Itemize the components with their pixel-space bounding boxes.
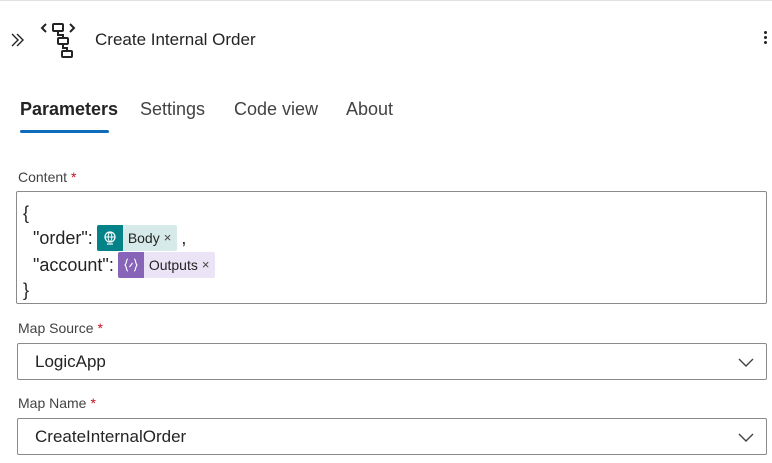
code-line-account: "account": Outputs × [23,252,216,278]
globe-icon [96,225,123,251]
content-editor[interactable]: { "order": Body × , "account": Outputs ×… [16,191,767,304]
tab-code-view[interactable]: Code view [234,96,318,122]
map-source-label: Map Source * [18,319,103,337]
code-close-brace: } [23,280,30,300]
required-marker: * [97,320,103,336]
tab-bar: Parameters Settings Code view About [0,96,772,136]
token-remove-icon[interactable]: × [164,227,178,249]
active-tab-indicator [20,130,109,133]
json-key: "order": [23,228,93,248]
map-source-dropdown[interactable]: LogicApp [17,343,767,380]
dynamic-token-body[interactable]: Body × [96,225,178,251]
map-name-dropdown[interactable]: CreateInternalOrder [17,418,767,455]
curly-braces-icon [117,252,144,278]
panel-header: Create Internal Order [0,14,772,66]
tab-settings[interactable]: Settings [140,96,205,122]
required-marker: * [90,395,96,411]
more-vertical-icon[interactable] [758,29,772,53]
token-label: Body [127,230,160,246]
required-marker: * [71,169,77,185]
content-label-text: Content [18,169,68,185]
json-separator: , [181,228,187,248]
map-source-value: LogicApp [35,352,106,371]
code-line-order: "order": Body × , [23,225,186,251]
dynamic-token-outputs[interactable]: Outputs × [117,252,216,278]
token-label: Outputs [148,257,198,273]
tab-about[interactable]: About [346,96,393,122]
json-key: "account": [23,255,114,275]
map-source-label-text: Map Source [18,320,94,336]
chevron-down-icon [738,358,754,367]
chevron-down-icon [738,433,754,442]
map-name-label: Map Name * [18,394,96,412]
code-open-brace: { [23,203,30,223]
token-remove-icon[interactable]: × [202,254,216,276]
tab-parameters[interactable]: Parameters [20,96,118,122]
map-name-label-text: Map Name [18,395,87,411]
content-label: Content * [18,168,77,186]
top-divider [0,0,772,1]
map-name-value: CreateInternalOrder [35,427,187,446]
double-chevron-right-icon[interactable] [8,30,28,50]
panel-title: Create Internal Order [95,30,256,49]
transform-map-icon [40,22,76,58]
